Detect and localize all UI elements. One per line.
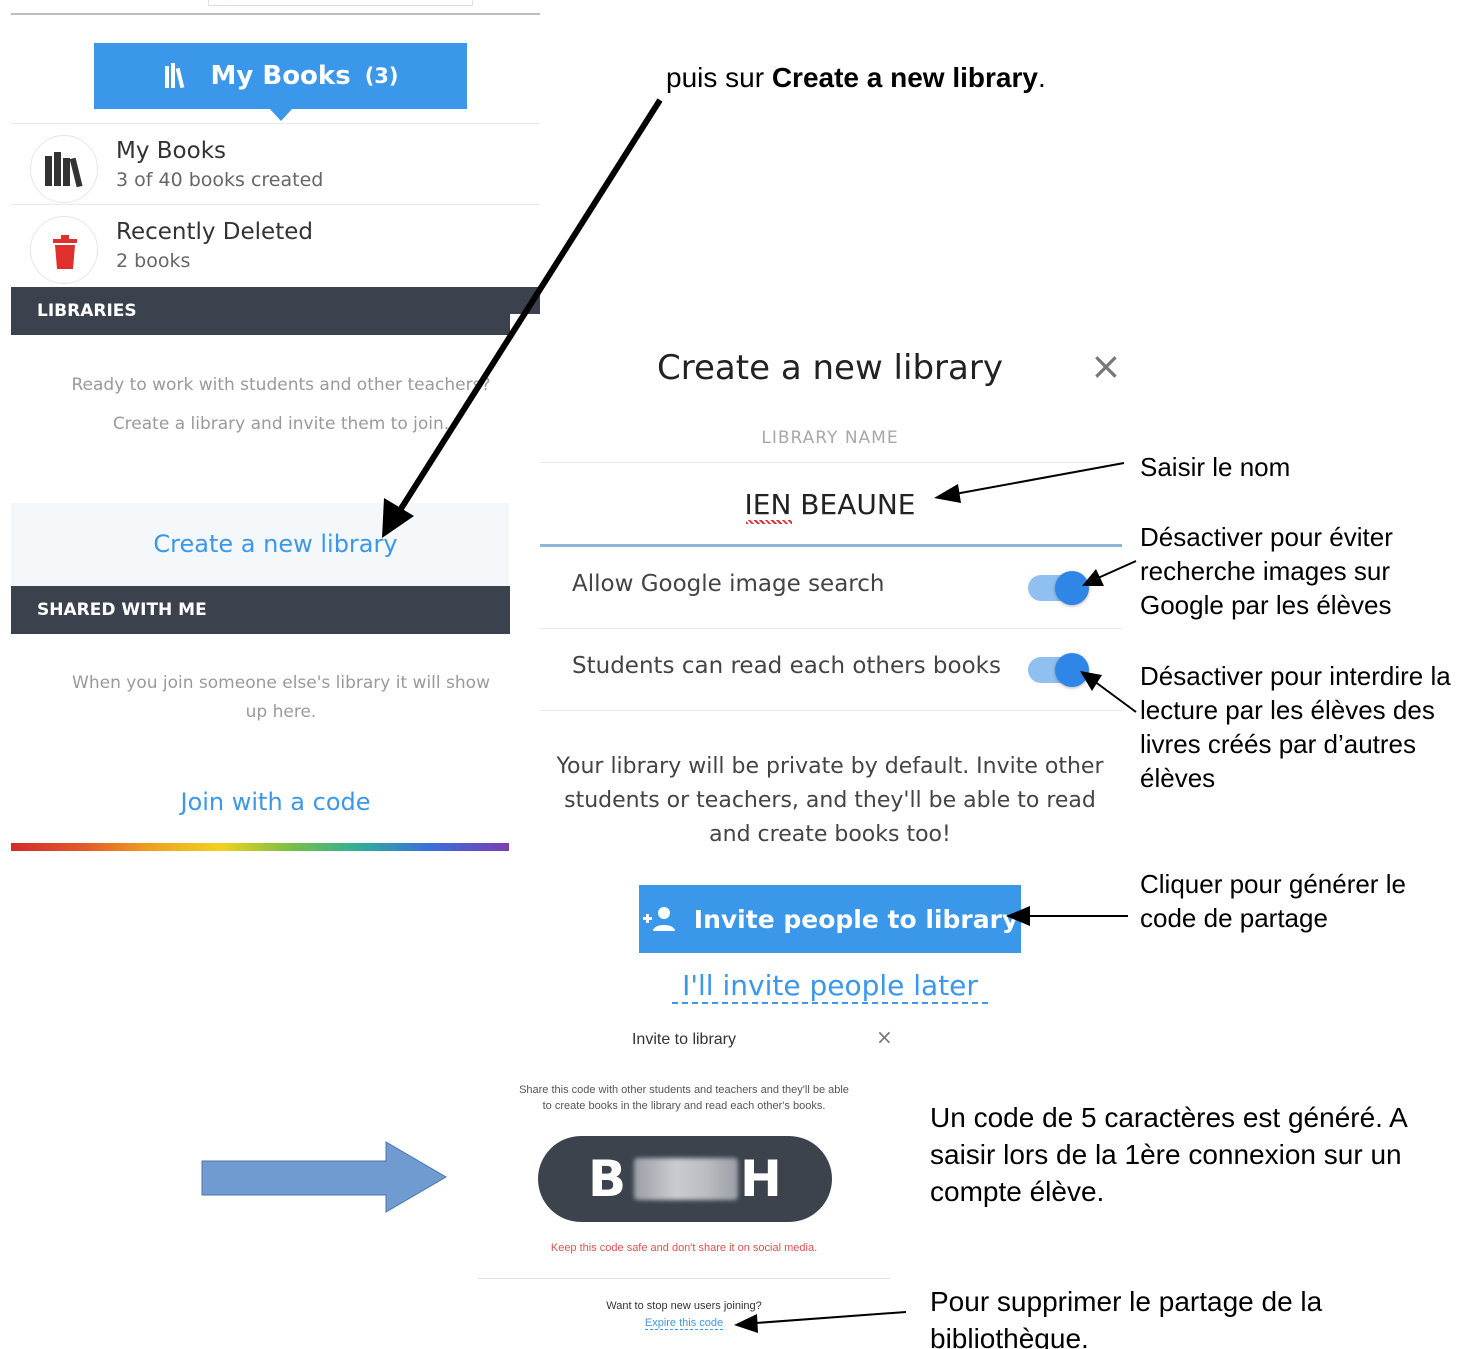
list-item-recently-deleted[interactable]: Recently Deleted 2 books [11, 204, 540, 285]
toggle-label: Students can read each others books [572, 653, 1001, 679]
invite-modal-title: Invite to library [631, 1031, 737, 1048]
libraries-header: LIBRARIES [11, 287, 540, 335]
code-last-char: H [740, 1150, 782, 1208]
invite-people-button[interactable]: Invite people to library [639, 885, 1021, 953]
tab-label: My Books [210, 61, 351, 91]
libraries-note: Ready to work with students and other te… [51, 371, 511, 439]
top-divider [11, 13, 540, 15]
share-code-pill: B H [538, 1136, 832, 1222]
spellcheck-underline [746, 520, 792, 524]
expire-code-link[interactable]: Expire this code [474, 1317, 894, 1330]
invite-button-label: Invite people to library [693, 904, 1019, 934]
annotation-code: Un code de 5 caractères est généré. A sa… [930, 1102, 1407, 1207]
blue-block-arrow [201, 1141, 447, 1213]
toggle-knob [1055, 653, 1089, 687]
books-icon [45, 152, 83, 188]
annotation-top-bold: Create a new library [771, 62, 1038, 93]
libraries-note-line-2: Create a library and invite them to join… [112, 414, 450, 434]
library-name-label: LIBRARY NAME [761, 428, 899, 448]
rainbow-divider [11, 843, 509, 851]
tab-count: (3) [364, 64, 399, 88]
my-books-panel: My Books (3) My Books 3 of 40 books crea… [11, 0, 540, 852]
toggle-knob [1055, 571, 1089, 605]
library-name-input[interactable] [540, 479, 1120, 529]
shared-with-me-header: SHARED WITH ME [11, 586, 540, 634]
shared-note: When you join someone else's library it … [72, 673, 490, 722]
annotation-top-suffix: . [1037, 62, 1046, 93]
annotation-top-prefix: puis sur [666, 62, 772, 93]
my-books-tab[interactable]: My Books (3) [94, 43, 467, 109]
trash-icon [53, 235, 77, 269]
row-title: My Books [116, 138, 226, 164]
bookshelf-icon [164, 63, 184, 89]
google-image-search-row: Allow Google image search [540, 547, 1122, 629]
stop-joining-text: Want to stop new users joining? [606, 1300, 762, 1312]
add-person-icon [642, 907, 675, 931]
annotation-name: Saisir le nom [1140, 452, 1291, 482]
annotation-invite: Cliquer pour générer le code de partage [1140, 869, 1406, 933]
tab-caret [269, 108, 293, 121]
invite-later-link[interactable]: I'll invite people later [510, 969, 1150, 1004]
students-read-row: Students can read each others books [540, 629, 1122, 711]
annotation-read: Désactiver pour interdire la lecture par… [1140, 661, 1451, 793]
code-first-char: B [588, 1150, 627, 1208]
close-icon[interactable]: × [1090, 344, 1122, 388]
top-search-field-edge[interactable] [208, 0, 473, 6]
google-image-search-toggle[interactable] [1028, 571, 1089, 605]
blurred-code [634, 1158, 738, 1200]
toggle-label: Allow Google image search [572, 571, 885, 597]
create-library-link[interactable]: Create a new library [11, 530, 540, 558]
expire-code-label: Expire this code [644, 1317, 724, 1330]
close-icon[interactable]: × [876, 1025, 893, 1049]
code-warning: Keep this code safe and don't share it o… [550, 1242, 818, 1254]
annotation-top: puis sur Create a new library. [666, 62, 1046, 94]
students-read-toggle[interactable] [1028, 653, 1089, 687]
row-title: Recently Deleted [116, 219, 313, 245]
invite-description: Share this code with other students and … [519, 1084, 849, 1112]
field-divider [540, 462, 1120, 463]
list-item-my-books[interactable]: My Books 3 of 40 books created [11, 123, 540, 204]
create-library-dialog: Create a new library × LIBRARY NAME Allo… [510, 314, 1140, 1024]
private-info-text: Your library will be private by default.… [556, 754, 1104, 847]
annotation-expire: Pour supprimer le partage de la biblioth… [930, 1286, 1323, 1349]
books-avatar [30, 135, 98, 203]
trash-avatar [30, 216, 98, 284]
modal-divider [478, 1278, 890, 1279]
invite-later-label: I'll invite people later [672, 969, 988, 1004]
invite-to-library-modal: Invite to library × Share this code with… [474, 1015, 894, 1349]
dialog-title: Create a new library [657, 348, 1003, 388]
row-subtitle: 3 of 40 books created [116, 169, 324, 191]
libraries-note-line-1: Ready to work with students and other te… [71, 375, 491, 395]
annotation-google: Désactiver pour éviter recherche images … [1140, 522, 1393, 620]
join-with-code-link[interactable]: Join with a code [11, 788, 540, 816]
row-subtitle: 2 books [116, 250, 191, 272]
